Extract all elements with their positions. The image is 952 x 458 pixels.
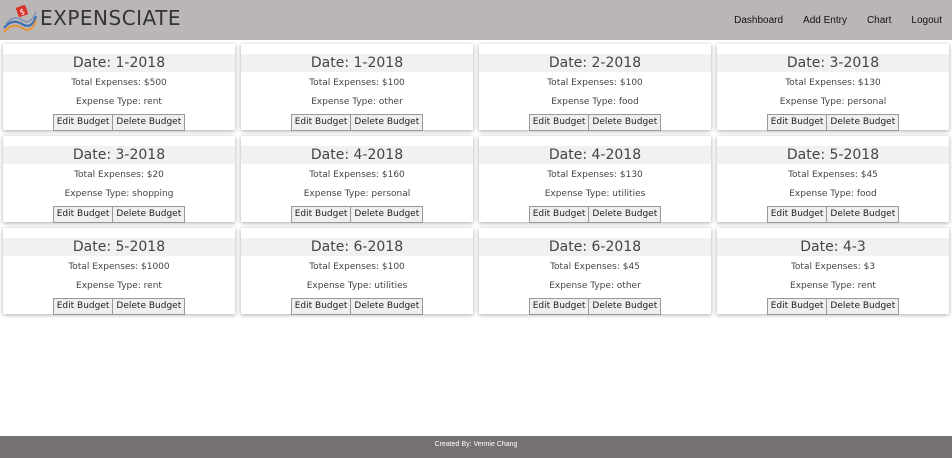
budget-total: Total Expenses: $100 xyxy=(309,78,405,88)
nav-dashboard-link[interactable]: Dashboard xyxy=(734,15,783,26)
budget-total: Total Expenses: $500 xyxy=(71,78,167,88)
budget-expense-type: Expense Type: other xyxy=(311,97,403,107)
delete-budget-button[interactable]: Delete Budget xyxy=(351,298,424,315)
delete-budget-button[interactable]: Delete Budget xyxy=(113,114,186,131)
budget-actions: Edit Budget Delete Budget xyxy=(479,206,711,223)
budget-date: Date: 1-2018 xyxy=(241,54,473,72)
budget-expense-type: Expense Type: food xyxy=(551,97,639,107)
edit-budget-button[interactable]: Edit Budget xyxy=(766,206,828,223)
budget-card: Date: 5-2018 Total Expenses: $1000 Expense… xyxy=(3,228,235,315)
edit-budget-button[interactable]: Edit Budget xyxy=(528,206,590,223)
budget-expense-type: Expense Type: rent xyxy=(76,281,162,291)
budget-card: Date: 1-2018 Total Expenses: $100 Expense … xyxy=(241,44,473,131)
budget-actions: Edit Budget Delete Budget xyxy=(3,206,235,223)
budget-total: Total Expenses: $100 xyxy=(547,78,643,88)
budget-card: Date: 3-2018 Total Expenses: $20 Expense T… xyxy=(3,136,235,223)
footer: Created By: Vennie Chang xyxy=(0,436,952,458)
budget-actions: Edit Budget Delete Budget xyxy=(241,206,473,223)
delete-budget-button[interactable]: Delete Budget xyxy=(351,206,424,223)
delete-budget-button[interactable]: Delete Budget xyxy=(827,114,900,131)
edit-budget-button[interactable]: Edit Budget xyxy=(290,206,352,223)
budget-total: Total Expenses: $160 xyxy=(309,170,405,180)
budget-expense-type: Expense Type: shopping xyxy=(64,189,174,199)
budget-actions: Edit Budget Delete Budget xyxy=(479,298,711,315)
chart-logo-icon: $ xyxy=(3,5,38,33)
edit-budget-button[interactable]: Edit Budget xyxy=(766,114,828,131)
delete-budget-button[interactable]: Delete Budget xyxy=(351,114,424,131)
delete-budget-button[interactable]: Delete Budget xyxy=(589,298,662,315)
budget-expense-type: Expense Type: personal xyxy=(779,97,887,107)
budget-total: Total Expenses: $130 xyxy=(547,170,643,180)
budget-date: Date: 5-2018 xyxy=(717,146,949,164)
budget-date: Date: 5-2018 xyxy=(3,238,235,256)
delete-budget-button[interactable]: Delete Budget xyxy=(589,206,662,223)
budget-date: Date: 4-2018 xyxy=(241,146,473,164)
budget-total: Total Expenses: $3 xyxy=(790,262,876,272)
delete-budget-button[interactable]: Delete Budget xyxy=(827,206,900,223)
budget-total: Total Expenses: $20 xyxy=(74,170,164,180)
budget-card: Date: 4-2018 Total Expenses: $130 Expense … xyxy=(479,136,711,223)
budget-actions: Edit Budget Delete Budget xyxy=(241,298,473,315)
nav-logout-link[interactable]: Logout xyxy=(911,15,942,26)
budget-total: Total Expenses: $1000 xyxy=(68,262,170,272)
budget-expense-type: Expense Type: rent xyxy=(76,97,162,107)
edit-budget-button[interactable]: Edit Budget xyxy=(766,298,828,315)
budget-card: Date: 6-2018 Total Expenses: $100 Expense … xyxy=(241,228,473,315)
delete-budget-button[interactable]: Delete Budget xyxy=(113,206,186,223)
nav-links: Dashboard Add Entry Chart Logout xyxy=(714,0,942,40)
budget-expense-type: Expense Type: personal xyxy=(303,189,411,199)
budget-date: Date: 1-2018 xyxy=(3,54,235,72)
footer-credit: Created By: Vennie Chang xyxy=(434,441,518,448)
budget-card: Date: 3-2018 Total Expenses: $130 Expense … xyxy=(717,44,949,131)
budget-total: Total Expenses: $100 xyxy=(309,262,405,272)
edit-budget-button[interactable]: Edit Budget xyxy=(528,298,590,315)
budget-actions: Edit Budget Delete Budget xyxy=(717,298,949,315)
edit-budget-button[interactable]: Edit Budget xyxy=(52,114,114,131)
budget-date: Date: 3-2018 xyxy=(717,54,949,72)
budget-date: Date: 6-2018 xyxy=(479,238,711,256)
nav-chart-link[interactable]: Chart xyxy=(867,15,891,26)
budget-card: Date: 4-3 Total Expenses: $3 Expense Type:… xyxy=(717,228,949,315)
delete-budget-button[interactable]: Delete Budget xyxy=(589,114,662,131)
delete-budget-button[interactable]: Delete Budget xyxy=(827,298,900,315)
brand[interactable]: $ EXPENSCIATE xyxy=(2,2,181,36)
edit-budget-button[interactable]: Edit Budget xyxy=(52,206,114,223)
budget-total: Total Expenses: $130 xyxy=(785,78,881,88)
nav-add-entry-link[interactable]: Add Entry xyxy=(803,15,847,26)
edit-budget-button[interactable]: Edit Budget xyxy=(290,298,352,315)
budget-date: Date: 3-2018 xyxy=(3,146,235,164)
budget-card: Date: 6-2018 Total Expenses: $45 Expense T… xyxy=(479,228,711,315)
delete-budget-button[interactable]: Delete Budget xyxy=(113,298,186,315)
budget-card: Date: 2-2018 Total Expenses: $100 Expense … xyxy=(479,44,711,131)
brand-name: EXPENSCIATE xyxy=(40,6,182,30)
budget-expense-type: Expense Type: utilities xyxy=(544,189,646,199)
edit-budget-button[interactable]: Edit Budget xyxy=(290,114,352,131)
edit-budget-button[interactable]: Edit Budget xyxy=(52,298,114,315)
navbar: $ EXPENSCIATE Dashboard Add Entry Chart … xyxy=(0,0,952,40)
budget-expense-type: Expense Type: other xyxy=(549,281,641,291)
budget-date: Date: 6-2018 xyxy=(241,238,473,256)
budget-card: Date: 5-2018 Total Expenses: $45 Expense T… xyxy=(717,136,949,223)
budget-card: Date: 1-2018 Total Expenses: $500 Expense … xyxy=(3,44,235,131)
budget-actions: Edit Budget Delete Budget xyxy=(3,114,235,131)
budget-date: Date: 4-3 xyxy=(717,238,949,256)
budget-actions: Edit Budget Delete Budget xyxy=(717,114,949,131)
budget-date: Date: 2-2018 xyxy=(479,54,711,72)
edit-budget-button[interactable]: Edit Budget xyxy=(528,114,590,131)
budget-total: Total Expenses: $45 xyxy=(550,262,640,272)
budget-date: Date: 4-2018 xyxy=(479,146,711,164)
budget-actions: Edit Budget Delete Budget xyxy=(717,206,949,223)
budget-total: Total Expenses: $45 xyxy=(788,170,878,180)
budget-expense-type: Expense Type: utilities xyxy=(306,281,408,291)
budget-actions: Edit Budget Delete Budget xyxy=(3,298,235,315)
budget-card: Date: 4-2018 Total Expenses: $160 Expense … xyxy=(241,136,473,223)
budget-expense-type: Expense Type: food xyxy=(789,189,877,199)
budget-actions: Edit Budget Delete Budget xyxy=(241,114,473,131)
budget-actions: Edit Budget Delete Budget xyxy=(479,114,711,131)
budget-expense-type: Expense Type: rent xyxy=(790,281,876,291)
